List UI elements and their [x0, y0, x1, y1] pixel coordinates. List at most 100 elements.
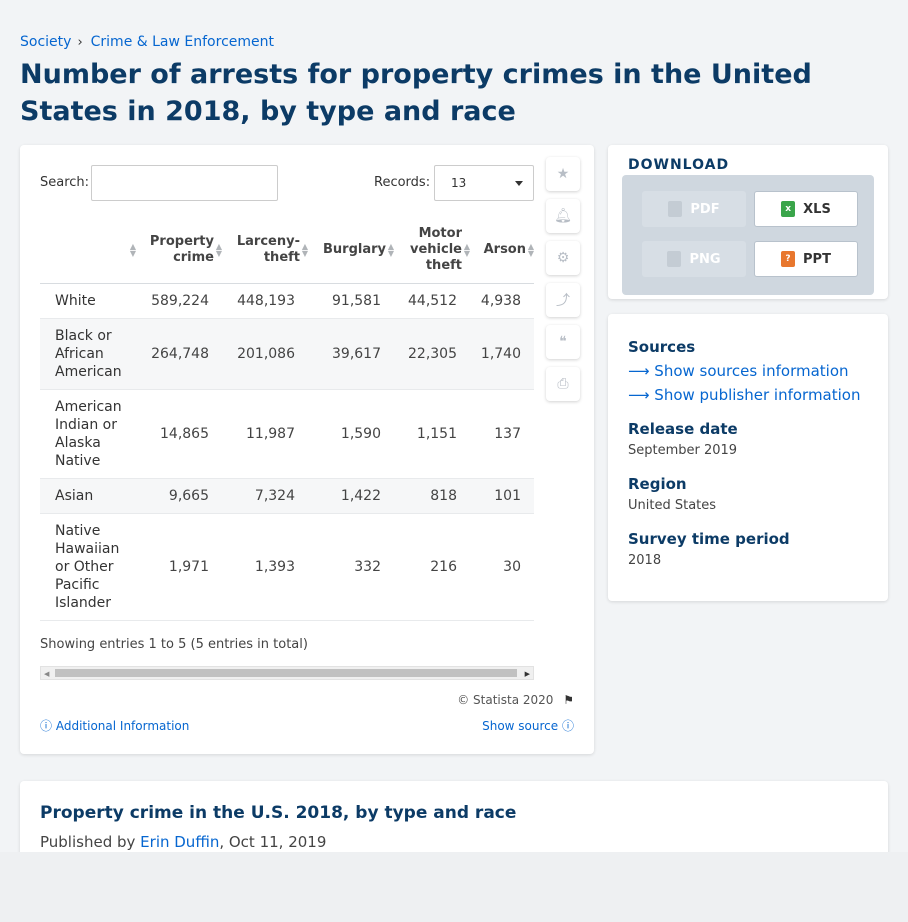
sort-icon: ▲ ▼ [215, 241, 222, 258]
page-title: Number of arrests for property crimes in… [20, 59, 812, 127]
flag-icon[interactable]: ⚑ [563, 693, 574, 707]
download-ppt-button[interactable]: ? PPT [754, 241, 858, 277]
info-icon: ⓘ [40, 719, 53, 733]
ppt-file-icon: ? [781, 251, 796, 267]
table-cell: 201,086 [222, 318, 308, 390]
data-table: ▲ ▼ Property crime ▲ ▼ Larceny-theft ▲ ▼ Burg… [40, 217, 534, 621]
table-cell: 14,865 [136, 389, 222, 479]
publication-byline: Published by Erin Duffin, Oct 11, 2019 [40, 833, 327, 851]
entries-info: Showing entries 1 to 5 (5 entries in tot… [40, 637, 308, 652]
records-select[interactable]: 13 [434, 165, 534, 201]
table-cell: 1,393 [222, 513, 308, 621]
sources-heading: Sources [628, 338, 696, 356]
bell-icon: 🔔︎ [554, 208, 572, 224]
download-options: PDF x XLS PNG ? PPT [622, 175, 874, 295]
table-cell: 1,590 [308, 389, 394, 479]
table-cell: 1,971 [136, 513, 222, 621]
row-label: Black or African American [40, 318, 136, 390]
arrow-right-icon: ⟶ [628, 362, 650, 380]
chevron-down-icon [515, 181, 523, 186]
table-cell: 448,193 [222, 283, 308, 319]
author-link[interactable]: Erin Duffin [140, 833, 219, 851]
table-cell: 589,224 [136, 283, 222, 319]
cite-button[interactable]: ❝ [546, 325, 580, 359]
show-publisher-link[interactable]: ⟶ Show publisher information [628, 386, 860, 404]
table-cell: 91,581 [308, 283, 394, 319]
publication-title: Property crime in the U.S. 2018, by type… [40, 803, 517, 823]
settings-button[interactable]: ⚙ [546, 241, 580, 275]
horizontal-scrollbar[interactable]: ◀ ▶ [40, 666, 534, 680]
quote-icon: ❝ [559, 334, 567, 350]
sort-icon: ▲ ▼ [129, 241, 136, 258]
table-row: American Indian or Alaska Native 14,865 … [40, 389, 534, 479]
table-cell: 30 [470, 513, 534, 621]
favorite-button[interactable]: ★ [546, 157, 580, 191]
table-cell: 332 [308, 513, 394, 621]
copyright-text: © Statista 2020 [457, 693, 554, 707]
table-header-row: ▲ ▼ Property crime ▲ ▼ Larceny-theft ▲ ▼ Burg… [40, 217, 534, 284]
column-header-burglary[interactable]: Burglary ▲ ▼ [308, 217, 394, 284]
breadcrumb: Society › Crime & Law Enforcement [20, 34, 274, 50]
print-button[interactable]: ⎙ [546, 367, 580, 401]
scroll-right-icon[interactable]: ▶ [525, 670, 530, 678]
print-icon: ⎙ [557, 376, 569, 392]
table-cell: 1,151 [394, 389, 470, 479]
column-header-larceny-theft[interactable]: Larceny-theft ▲ ▼ [222, 217, 308, 284]
gear-icon: ⚙ [556, 250, 570, 266]
table-cell: 264,748 [136, 318, 222, 390]
show-sources-link[interactable]: ⟶ Show sources information [628, 362, 849, 380]
row-label: Asian [40, 478, 136, 514]
download-card: DOWNLOAD PDF x XLS PNG ? PPT [608, 145, 888, 299]
xls-file-icon: x [781, 201, 796, 217]
sources-card: Sources ⟶ Show sources information ⟶ Sho… [608, 314, 888, 601]
search-input[interactable] [91, 165, 278, 201]
column-header-motor-vehicle-theft[interactable]: Motor vehicle theft ▲ ▼ [394, 217, 470, 284]
breadcrumb-separator: › [77, 34, 83, 50]
share-icon: ⤴ [556, 293, 570, 309]
download-xls-button[interactable]: x XLS [754, 191, 858, 227]
bottom-bar [0, 852, 908, 922]
scrollbar-thumb[interactable] [55, 669, 517, 677]
region-label: Region [628, 475, 687, 493]
table-cell: 1,422 [308, 478, 394, 514]
breadcrumb-item-crime[interactable]: Crime & Law Enforcement [91, 34, 274, 50]
table-cell: 44,512 [394, 283, 470, 319]
additional-info-link[interactable]: ⓘ Additional Information [40, 717, 189, 734]
arrow-right-icon: ⟶ [628, 386, 650, 404]
table-row: Black or African American 264,748 201,08… [40, 318, 534, 390]
show-source-link[interactable]: Show source ⓘ [482, 717, 574, 734]
sort-icon: ▲ ▼ [527, 241, 534, 258]
sort-icon: ▲ ▼ [463, 241, 470, 258]
table-cell: 7,324 [222, 478, 308, 514]
table-cell: 101 [470, 478, 534, 514]
tool-bar: ★ 🔔︎ ⚙ ⤴ ❝ ⎙ [546, 157, 580, 409]
download-png-button[interactable]: PNG [642, 241, 746, 277]
column-header-label[interactable]: ▲ ▼ [40, 217, 136, 284]
table-cell: 39,617 [308, 318, 394, 390]
copyright: © Statista 2020 ⚑ [457, 693, 574, 707]
column-header-property-crime[interactable]: Property crime ▲ ▼ [136, 217, 222, 284]
notification-button[interactable]: 🔔︎ [546, 199, 580, 233]
table-cell: 1,740 [470, 318, 534, 390]
pdf-file-icon [668, 201, 683, 217]
page-header: Society › Crime & Law Enforcement Number… [0, 0, 908, 135]
table-cell: 4,938 [470, 283, 534, 319]
scroll-left-icon[interactable]: ◀ [44, 670, 49, 678]
download-title: DOWNLOAD [628, 157, 730, 173]
row-label: Native Hawaiian or Other Pacific Islande… [40, 513, 136, 621]
sort-icon: ▲ ▼ [387, 241, 394, 258]
table-cell: 818 [394, 478, 470, 514]
column-header-arson[interactable]: Arson ▲ ▼ [470, 217, 534, 284]
release-date-value: September 2019 [628, 443, 738, 458]
table-cell: 11,987 [222, 389, 308, 479]
table-cell: 22,305 [394, 318, 470, 390]
breadcrumb-item-society[interactable]: Society [20, 34, 71, 50]
download-pdf-button[interactable]: PDF [642, 191, 746, 227]
png-file-icon [667, 251, 682, 267]
share-button[interactable]: ⤴ [546, 283, 580, 317]
search-label: Search: [40, 175, 90, 190]
survey-period-value: 2018 [628, 553, 662, 568]
table-row: Asian 9,665 7,324 1,422 818 101 [40, 478, 534, 514]
row-label: White [40, 283, 136, 319]
sort-icon: ▲ ▼ [301, 241, 308, 258]
